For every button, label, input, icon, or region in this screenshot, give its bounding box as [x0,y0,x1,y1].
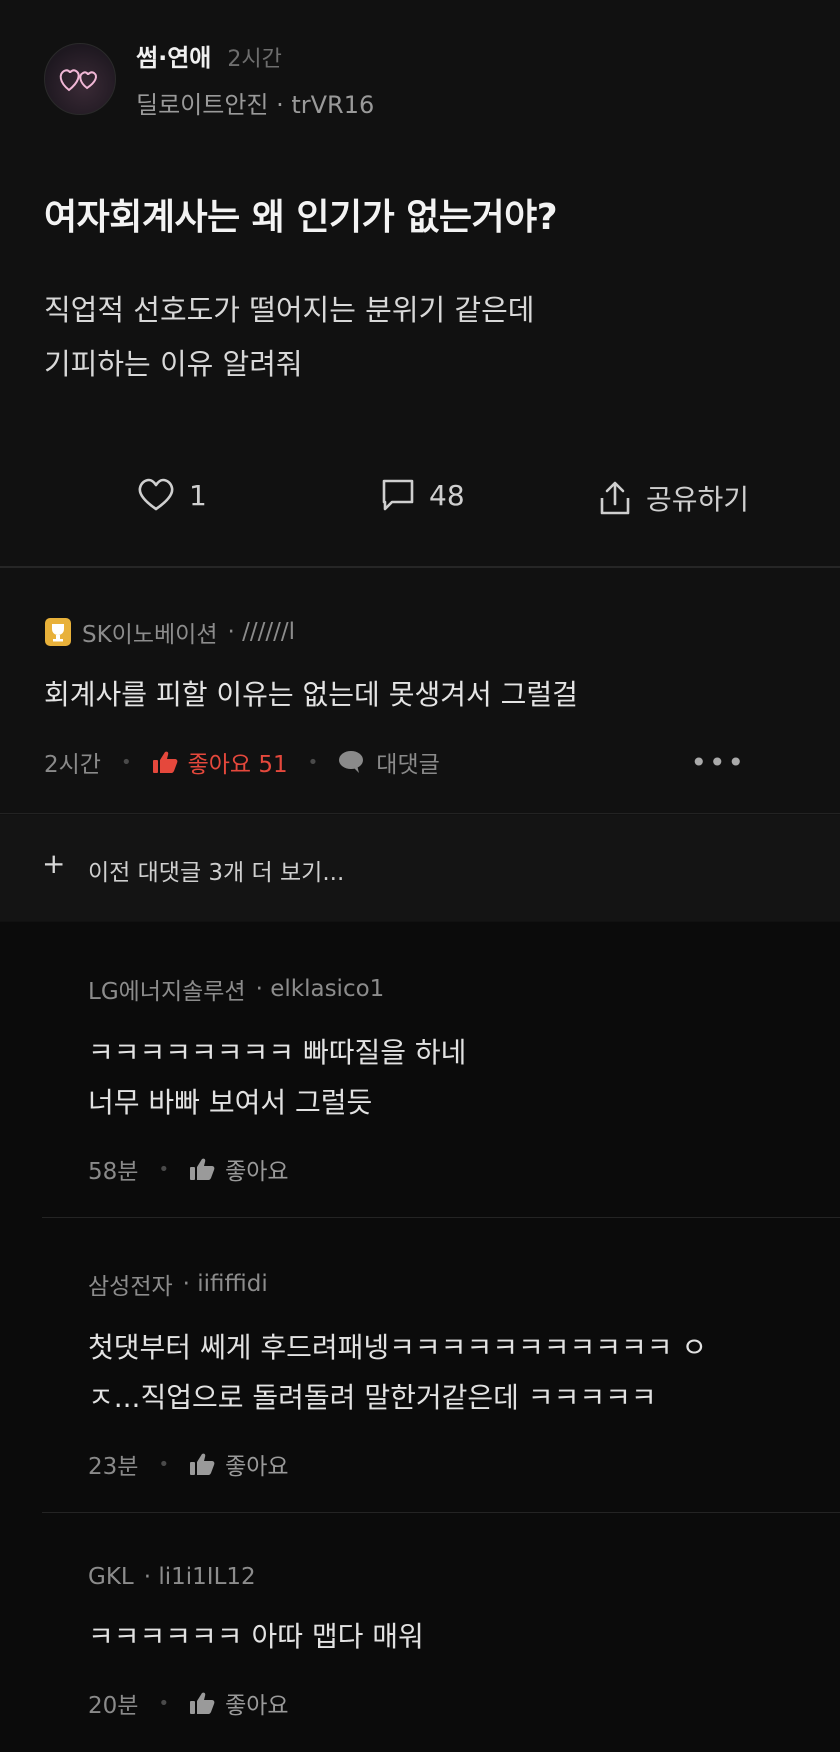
reply-like-label: 좋아요 [225,1454,289,1480]
reply-text: ㅋㅋㅋㅋㅋㅋㅋㅋ 빠따질을 하네 너무 바빠 보여서 그럴듯 [88,1028,808,1128]
reply-text-line: 첫댓부터 쎄게 후드려패넹ㅋㅋㅋㅋㅋㅋㅋㅋㅋㅋㅋ ㅇ [88,1331,708,1364]
reply-item: LG에너지솔루션 · elklasico1 ㅋㅋㅋㅋㅋㅋㅋㅋ 빠따질을 하네 너… [88,972,808,1186]
comment-text: 회계사를 피할 이유는 없는데 못생겨서 그럴걸 [44,678,578,711]
share-icon [600,481,630,515]
reply-button[interactable]: 대댓글 [338,745,440,779]
reply-time: 58분 [88,1159,139,1185]
reply-author: LG에너지솔루션 · elklasico1 [88,972,808,1006]
reply-like-button[interactable]: 좋아요 [189,1152,289,1186]
like-button[interactable]: 1 [137,478,207,512]
comment-button[interactable]: 48 [381,478,465,512]
share-label: 공유하기 [646,483,750,516]
post-body: 직업적 선호도가 떨어지는 분위기 같은데 기피하는 이유 알려줘 [44,283,534,391]
reply-author-company[interactable]: GKL [88,1564,134,1590]
heart-avatar-icon [59,69,97,92]
reply-footer: 58분 • 좋아요 [88,1152,808,1186]
comment-footer: 2시간 • 좋아요 51 • 대댓글 ••• [44,745,804,779]
heart-icon [138,478,174,511]
previous-replies-label: 이전 대댓글 3개 더 보기... [88,860,345,886]
reply-text-line: ㅈ...직업으로 돌려돌려 말한거같은데 ㅋㅋㅋㅋㅋ [88,1381,657,1414]
reply-author-handle: · elklasico1 [255,976,385,1002]
post-time: 2시간 [227,47,282,72]
reply-like-button[interactable]: 좋아요 [189,1686,289,1720]
reply-time: 20분 [88,1693,139,1719]
reply-like-label: 좋아요 [225,1693,289,1719]
post-title: 여자회계사는 왜 인기가 없는거야? [44,197,558,238]
board-name[interactable]: 썸·연애 [136,38,211,73]
separator-dot: • [120,751,132,773]
comment-icon [382,479,414,511]
divider [42,1217,840,1218]
reply-author-handle: · li1i1IL12 [143,1564,256,1590]
reply-footer: 23분 • 좋아요 [88,1447,808,1481]
plus-icon: + [42,847,66,880]
post-body-line: 기피하는 이유 알려줘 [44,347,303,381]
post-header: 썸·연애 2시간 딜로이트안진 · trVR16 [44,38,374,120]
post-page: 썸·연애 2시간 딜로이트안진 · trVR16 여자회계사는 왜 인기가 없는… [0,0,840,1752]
reply-text-line: ㅋㅋㅋㅋㅋㅋ 아따 맵다 매워 [88,1620,424,1653]
reply-text: 첫댓부터 쎄게 후드려패넹ㅋㅋㅋㅋㅋㅋㅋㅋㅋㅋㅋ ㅇ ㅈ...직업으로 돌려돌려… [88,1323,808,1423]
speech-bubble-icon [339,751,364,773]
previous-replies-toggle[interactable]: + 이전 대댓글 3개 더 보기... [0,815,840,921]
reply-text-line: ㅋㅋㅋㅋㅋㅋㅋㅋ 빠따질을 하네 [88,1036,467,1069]
avatar[interactable] [44,43,116,115]
reply-author-company[interactable]: 삼성전자 [88,1267,173,1301]
reply-author: 삼성전자 · iififfidi [88,1267,808,1301]
comment-count: 48 [429,478,465,512]
post-body-line: 직업적 선호도가 떨어지는 분위기 같은데 [44,293,535,327]
comment-like-button[interactable]: 좋아요 51 [152,745,288,779]
trophy-badge-icon [45,618,71,646]
separator-dot: • [158,1158,170,1180]
comment-time: 2시간 [44,752,101,778]
divider [0,813,840,814]
like-count: 1 [189,478,207,512]
author-line: 딜로이트안진 · trVR16 [136,91,375,119]
reply-author: GKL · li1i1IL12 [88,1564,808,1590]
reply-time: 23분 [88,1454,139,1480]
comment-author: SK이노베이션 · //////l [44,615,295,649]
comment-author-company[interactable]: SK이노베이션 [82,615,217,649]
thumbs-up-icon [190,1158,215,1180]
separator-dot: • [307,751,319,773]
divider [42,1512,840,1513]
reply-item: GKL · li1i1IL12 ㅋㅋㅋㅋㅋㅋ 아따 맵다 매워 20분 • 좋아… [88,1564,808,1720]
reply-like-label: 좋아요 [225,1159,289,1185]
reply-like-button[interactable]: 좋아요 [189,1447,289,1481]
comment-like-label: 좋아요 51 [187,752,288,778]
separator-dot: • [158,1692,170,1714]
reply-author-handle: · iififfidi [182,1271,268,1297]
reply-author-company[interactable]: LG에너지솔루션 [88,972,246,1006]
reply-text: ㅋㅋㅋㅋㅋㅋ 아따 맵다 매워 [88,1612,808,1662]
post-meta: 썸·연애 2시간 딜로이트안진 · trVR16 [136,38,374,120]
thumbs-up-icon [190,1453,215,1475]
share-button[interactable]: 공유하기 [598,478,749,518]
separator-dot: • [158,1453,170,1475]
more-options-button[interactable]: ••• [690,746,746,779]
post-actions: 1 48 공유하기 [0,470,840,524]
reply-footer: 20분 • 좋아요 [88,1686,808,1720]
reply-list: LG에너지솔루션 · elklasico1 ㅋㅋㅋㅋㅋㅋㅋㅋ 빠따질을 하네 너… [0,922,840,1752]
thumbs-up-icon [152,751,177,773]
reply-label: 대댓글 [376,752,440,778]
divider [0,566,840,568]
comment-author-handle: · //////l [227,619,295,645]
reply-text-line: 너무 바빠 보여서 그럴듯 [88,1086,373,1119]
reply-item: 삼성전자 · iififfidi 첫댓부터 쎄게 후드려패넹ㅋㅋㅋㅋㅋㅋㅋㅋㅋㅋ… [88,1267,808,1481]
thumbs-up-icon [190,1692,215,1714]
